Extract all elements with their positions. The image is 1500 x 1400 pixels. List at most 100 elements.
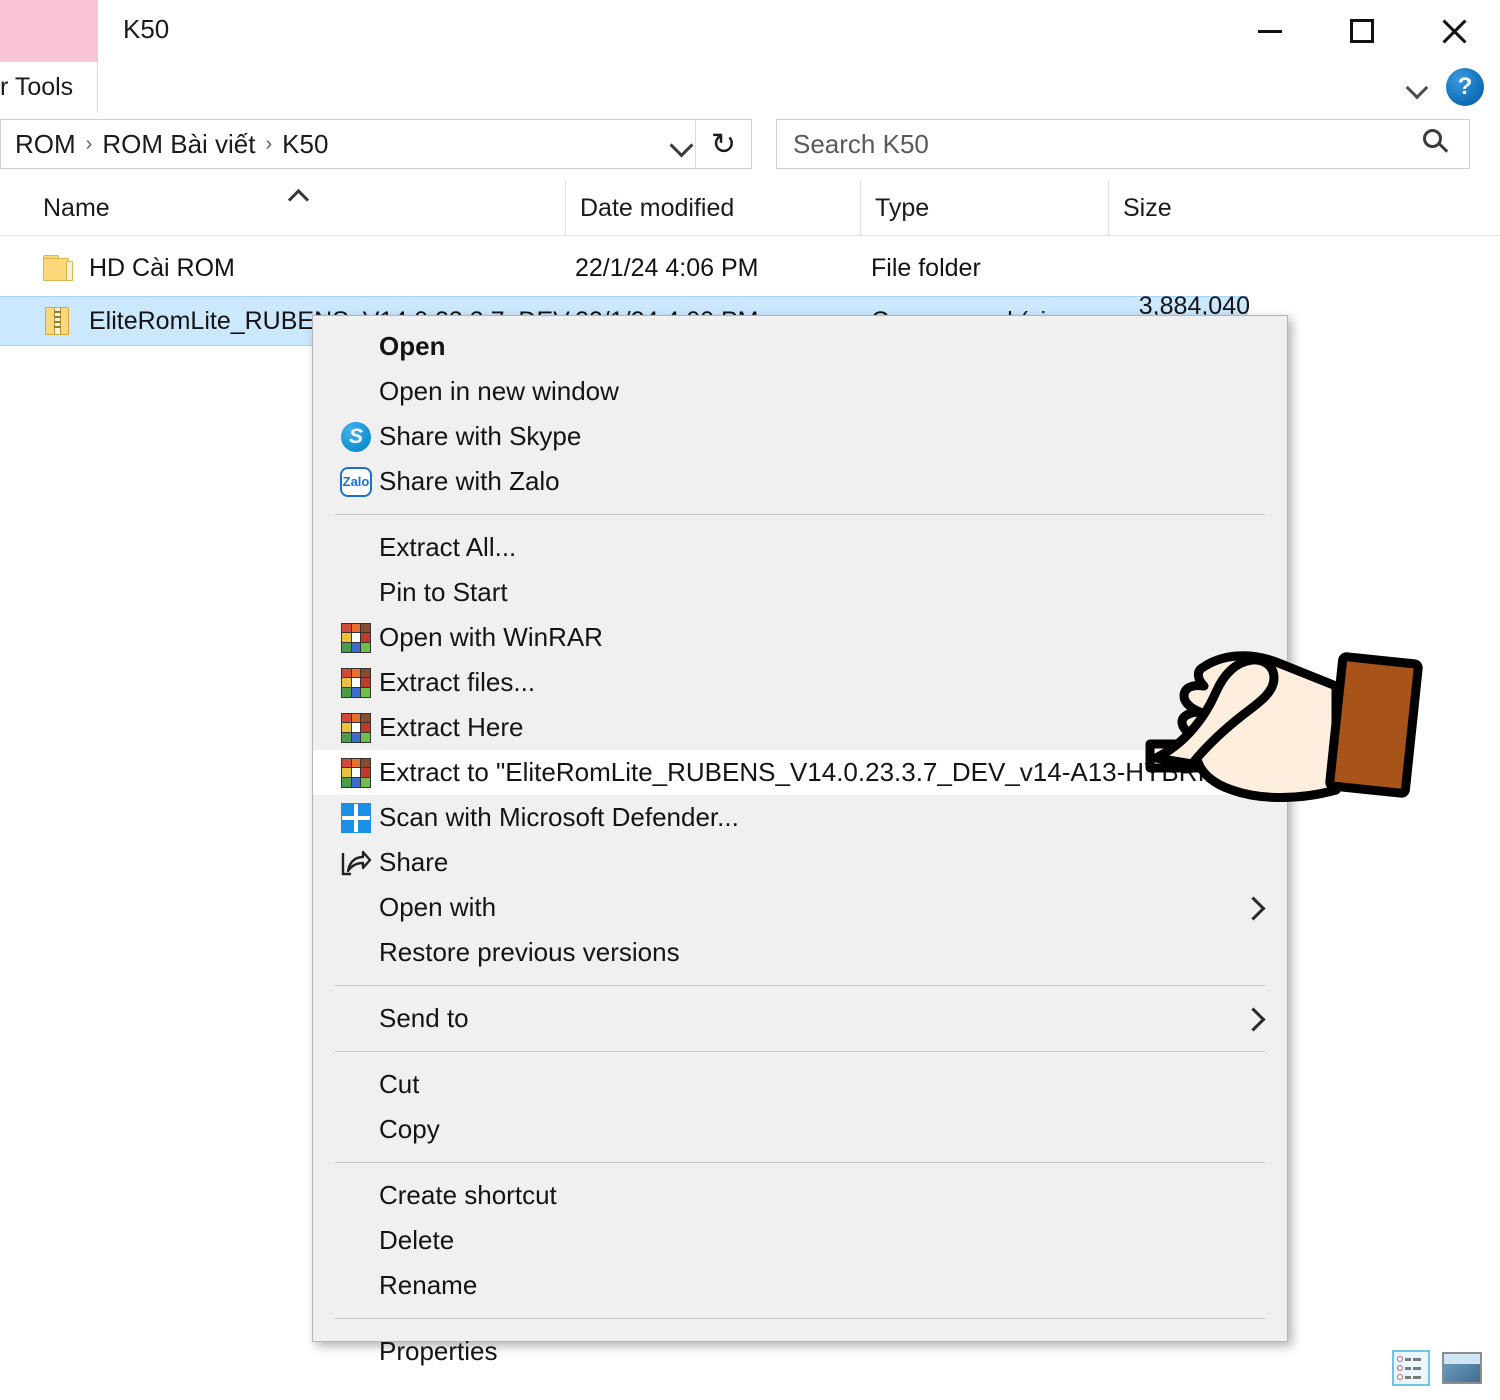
window-controls <box>1224 0 1500 62</box>
column-header-date-modified[interactable]: Date modified <box>565 180 860 236</box>
share-icon <box>340 849 372 877</box>
menu-item-icon-slot-empty <box>333 1178 379 1214</box>
file-date-cell: 22/1/24 4:06 PM <box>575 253 759 282</box>
zip-file-icon <box>43 306 73 336</box>
column-headers: Name Date modified Type Size <box>0 180 1500 236</box>
breadcrumb[interactable]: ROM › ROM Bài viết › K50 ↻ <box>0 119 752 169</box>
ribbon-tab-label: r Tools <box>0 73 74 101</box>
menu-item-label: Extract to "EliteRomLite_RUBENS_V14.0.23… <box>379 757 1240 787</box>
search-placeholder: Search K50 <box>793 128 929 159</box>
maximize-button[interactable] <box>1316 0 1408 62</box>
menu-separator <box>335 985 1265 986</box>
menu-item-label: Delete <box>379 1225 455 1255</box>
menu-separator <box>335 1162 1265 1163</box>
menu-separator <box>335 1318 1265 1319</box>
menu-item-delete[interactable]: Delete <box>313 1218 1287 1263</box>
defender-icon-slot <box>333 800 379 836</box>
column-header-name[interactable]: Name <box>0 180 565 236</box>
menu-item-scan-with-microsoft-defender[interactable]: Scan with Microsoft Defender... <box>313 795 1287 840</box>
menu-item-copy[interactable]: Copy <box>313 1107 1287 1152</box>
menu-item-label: Extract Here <box>379 712 524 742</box>
menu-item-create-shortcut[interactable]: Create shortcut <box>313 1173 1287 1218</box>
menu-item-extract-to-eliteromlite-rubens-v14-0-23-3-[interactable]: Extract to "EliteRomLite_RUBENS_V14.0.23… <box>313 750 1287 795</box>
menu-item-icon-slot-empty <box>333 575 379 611</box>
winrar-icon <box>341 712 371 743</box>
title-and-ribbon-strip: r Tools K50 ? <box>0 0 1500 113</box>
menu-item-send-to[interactable]: Send to <box>313 996 1287 1041</box>
share-icon-slot <box>333 845 379 881</box>
context-menu[interactable]: Open Open in new window S Share with Skype Z… <box>312 315 1288 1366</box>
breadcrumb-separator: › <box>85 132 93 155</box>
refresh-icon[interactable]: ↻ <box>695 120 751 168</box>
menu-item-cut[interactable]: Cut <box>313 1062 1287 1107</box>
file-name-cell: HD Cài ROM <box>43 254 235 283</box>
defender-icon <box>341 802 371 833</box>
help-icon[interactable]: ? <box>1446 68 1484 106</box>
details-view-icon <box>1397 1356 1425 1380</box>
menu-item-label: Cut <box>379 1069 420 1099</box>
breadcrumb-item-0[interactable]: ROM <box>1 129 82 160</box>
view-mode-buttons <box>1392 1350 1482 1386</box>
menu-item-share-with-zalo[interactable]: Zalo Share with Zalo <box>313 459 1287 504</box>
winrar-icon-slot <box>333 620 379 656</box>
menu-item-open-with-winrar[interactable]: Open with WinRAR <box>313 615 1287 660</box>
table-row[interactable]: HD Cài ROM 22/1/24 4:06 PM File folder <box>0 240 1500 296</box>
column-header-label: Type <box>875 193 930 222</box>
chevron-down-icon[interactable] <box>669 133 693 157</box>
breadcrumb-item-1[interactable]: ROM Bài viết <box>96 129 261 160</box>
menu-item-label: Pin to Start <box>379 577 508 607</box>
minimize-button[interactable] <box>1224 0 1316 62</box>
menu-item-label: Open with WinRAR <box>379 622 603 652</box>
menu-item-icon-slot-empty <box>333 530 379 566</box>
breadcrumb-separator: › <box>265 132 273 155</box>
search-icon[interactable] <box>1421 129 1451 159</box>
menu-item-label: Extract All... <box>379 532 517 562</box>
close-button[interactable] <box>1408 0 1500 62</box>
menu-item-open-with[interactable]: Open with <box>313 885 1287 930</box>
minimize-icon <box>1258 29 1282 33</box>
menu-item-share-with-skype[interactable]: S Share with Skype <box>313 414 1287 459</box>
menu-item-label: Scan with Microsoft Defender... <box>379 802 739 832</box>
menu-item-label: Rename <box>379 1270 478 1300</box>
menu-item-rename[interactable]: Rename <box>313 1263 1287 1308</box>
menu-item-restore-previous-versions[interactable]: Restore previous versions <box>313 930 1287 975</box>
menu-item-icon-slot-empty <box>333 374 379 410</box>
ribbon-contextual-tab-header[interactable] <box>0 0 98 62</box>
skype-icon: S <box>341 421 371 452</box>
column-header-size[interactable]: Size <box>1108 180 1268 236</box>
details-view-button[interactable] <box>1392 1350 1430 1386</box>
menu-item-icon-slot-empty <box>333 329 379 365</box>
winrar-icon <box>341 667 371 698</box>
menu-item-label: Create shortcut <box>379 1180 557 1210</box>
menu-item-extract-here[interactable]: Extract Here <box>313 705 1287 750</box>
menu-item-label: Share with Skype <box>379 421 582 451</box>
menu-item-label: Open with <box>379 892 497 922</box>
menu-item-extract-files[interactable]: Extract files... <box>313 660 1287 705</box>
menu-item-label: Extract files... <box>379 667 536 697</box>
skype-icon-slot: S <box>333 419 379 455</box>
file-type-cell: File folder <box>871 253 981 282</box>
menu-item-icon-slot-empty <box>333 1268 379 1304</box>
chevron-right-icon <box>1243 896 1265 918</box>
menu-item-icon-slot-empty <box>333 1001 379 1037</box>
menu-item-extract-all[interactable]: Extract All... <box>313 525 1287 570</box>
chevron-down-icon[interactable] <box>1406 76 1428 98</box>
column-header-type[interactable]: Type <box>860 180 1108 236</box>
search-input[interactable]: Search K50 <box>776 119 1470 169</box>
menu-item-pin-to-start[interactable]: Pin to Start <box>313 570 1287 615</box>
maximize-icon <box>1350 19 1374 43</box>
menu-item-open-in-new-window[interactable]: Open in new window <box>313 369 1287 414</box>
winrar-icon-slot <box>333 755 379 791</box>
ribbon-tab-compressed-folder-tools[interactable]: r Tools <box>0 62 98 113</box>
menu-separator <box>335 514 1265 515</box>
menu-item-share[interactable]: Share <box>313 840 1287 885</box>
menu-item-label: Share <box>379 847 449 877</box>
menu-item-label: Share with Zalo <box>379 466 560 496</box>
zalo-icon: Zalo <box>340 466 372 497</box>
large-icons-view-button[interactable] <box>1442 1352 1482 1384</box>
column-header-label: Name <box>43 193 110 222</box>
menu-item-properties[interactable]: Properties <box>313 1329 1287 1374</box>
breadcrumb-item-2[interactable]: K50 <box>276 129 334 160</box>
menu-item-open[interactable]: Open <box>313 324 1287 369</box>
close-icon <box>1440 17 1468 45</box>
